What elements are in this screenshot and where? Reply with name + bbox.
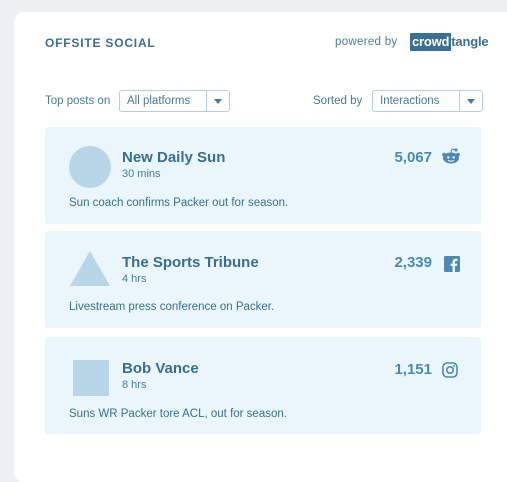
avatar [69,146,111,188]
avatar [70,251,110,286]
logo-part-tangle: tangle [451,34,489,49]
powered-by-label: powered by [335,36,398,48]
avatar [73,360,109,396]
post-text: Livestream press conference on Packer. [69,301,275,313]
post-card[interactable]: New Daily Sun 30 mins 5,067 Sun coach co… [45,127,481,224]
reddit-icon[interactable] [441,147,461,165]
interaction-count: 5,067 [394,149,432,166]
sort-select[interactable]: Interactions [372,90,483,112]
post-time: 30 mins [122,168,161,180]
post-time: 8 hrs [122,379,147,391]
post-time: 4 hrs [122,273,147,285]
chevron-down-icon [467,98,475,104]
platform-select[interactable]: All platforms [119,90,230,112]
offsite-social-panel: OFFSITE SOCIAL powered by crowd tangle To… [14,12,507,482]
post-card[interactable]: The Sports Tribune 4 hrs 2,339 Livestrea… [45,231,481,328]
interaction-count: 2,339 [394,254,432,271]
post-author[interactable]: The Sports Tribune [122,254,259,271]
instagram-icon[interactable] [442,362,458,378]
post-card[interactable]: Bob Vance 8 hrs 1,151 Suns WR Packer tor… [45,337,481,434]
post-text: Sun coach confirms Packer out for season… [69,197,289,209]
sort-select-toggle[interactable] [459,91,482,111]
crowdtangle-logo[interactable]: crowd tangle [410,33,489,51]
interaction-count: 1,151 [394,361,432,378]
chevron-down-icon [214,98,222,104]
post-author[interactable]: Bob Vance [122,360,199,377]
sorted-by-label: Sorted by [313,95,363,107]
platform-select-value: All platforms [127,95,191,107]
top-posts-label: Top posts on [45,95,111,107]
post-text: Suns WR Packer tore ACL, out for season. [69,408,287,420]
platform-select-toggle[interactable] [206,91,229,111]
logo-part-crowd: crowd [410,33,452,51]
post-author[interactable]: New Daily Sun [122,149,225,166]
widget-title: OFFSITE SOCIAL [45,36,156,50]
sort-select-value: Interactions [380,95,440,107]
facebook-icon[interactable] [444,256,460,272]
